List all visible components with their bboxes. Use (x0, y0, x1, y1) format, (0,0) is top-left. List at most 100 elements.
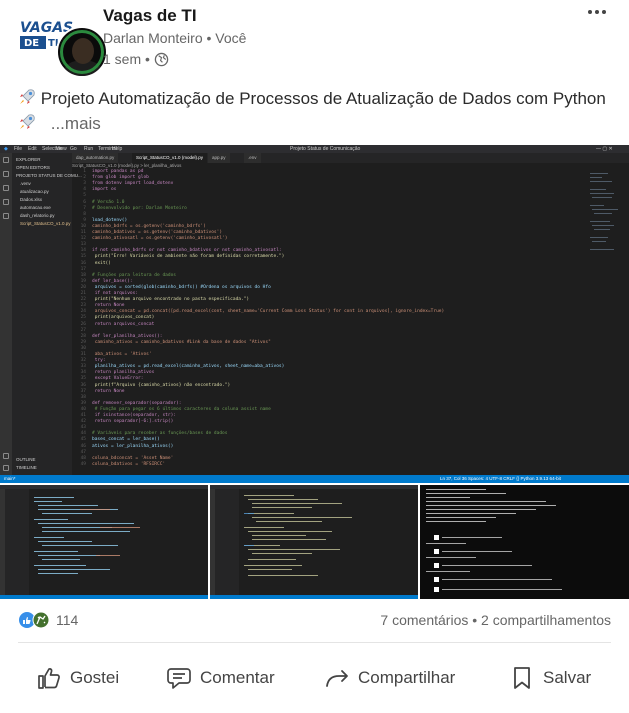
menu-item: Go (70, 146, 77, 152)
code-line: 23 return None (80, 303, 125, 309)
vscode-logo-icon: ◆ (4, 146, 8, 152)
code-line: 13 (80, 242, 86, 248)
code-line: 8 (83, 211, 86, 217)
editor-tab: dap_automation.py (72, 153, 119, 163)
comment-icon (167, 668, 191, 689)
post-time: 1 sem • (103, 51, 169, 67)
code-line: 39 def remover_separador(separador): (80, 400, 182, 406)
post-text: Projeto Automatização de Processos de At… (18, 86, 613, 136)
sidebar-header: EXPLORER (16, 157, 41, 162)
code-line: 26 return arquivos_concat (80, 321, 155, 327)
share-button[interactable]: Compartilhar (324, 660, 455, 696)
code-line: 18 # Funções para leitura de dados (80, 272, 176, 278)
vscode-titlebar: ◆ File Edit Selection View Go Run Terminal Help… (0, 145, 629, 153)
code-line: 25 print(arquivos_concat) (80, 315, 155, 321)
sidebar-file: atualizacao.py (20, 189, 49, 194)
code-line: 7 # Desenvolvido por: Darlan Monteiro (83, 205, 187, 211)
editor-tabs: dap_automation.py Script_StatusCO_v1.0 (… (72, 153, 629, 163)
rocket-icon (20, 114, 35, 129)
like-label: Gostei (70, 668, 120, 687)
code-line: 27 (80, 327, 86, 333)
window-controls: — ▢ ✕ (596, 146, 613, 152)
menu-item: View (56, 146, 67, 152)
code-line: 46 ativos = ler_planilha_ativos() (80, 443, 174, 449)
code-line: 21 if not arquivos: (80, 291, 139, 296)
poster-name[interactable]: Vagas de TI (103, 6, 197, 26)
code-line: 29 caminho_ativos = caminho_bdativos #Li… (80, 339, 271, 345)
code-line: 10 caminho_bdrfs = os.getenv('caminho_bdr… (80, 223, 206, 229)
code-line: 34 return planilha_ativos (80, 370, 155, 376)
save-label: Salvar (543, 668, 592, 687)
code-line: 24 arquivos_concat = pd.concat([pd.read_… (80, 309, 445, 315)
explorer-icon (3, 157, 9, 163)
thumb-code-graphic (210, 485, 418, 599)
share-arrow-icon (326, 670, 348, 687)
more-icon (588, 10, 606, 14)
code-line: 44 # Variáveis para receber as funções/ba… (80, 431, 228, 437)
sidebar-file: dash_relatorio.py (20, 213, 55, 218)
code-line: 2 from glob import glob (83, 175, 149, 181)
sidebar-open-editors: OPEN EDITORS (16, 165, 50, 170)
code-line: 6 # Versão 1.0 (83, 199, 125, 205)
code-screenshot-thumb-1[interactable] (0, 485, 208, 599)
sidebar-file: .venv (20, 181, 31, 186)
shares-count-link[interactable]: 2 compartilhamentos (481, 612, 611, 628)
code-line: 15 print("Erro! Variáveis de ambiente nã… (80, 254, 285, 260)
like-button[interactable]: Gostei (36, 660, 119, 696)
rocket-icon (20, 89, 35, 104)
reaction-count: 114 (56, 612, 79, 628)
code-line: 3 from dotenv import load_dotenv (83, 181, 174, 187)
menu-item: File (14, 146, 23, 152)
code-line: 14 if not caminho_bdrfs or not caminho_bd… (80, 248, 282, 254)
code-line: 38 (80, 394, 86, 400)
code-line: 40 # Função para pegar os 6 últimos cara… (80, 406, 271, 412)
menu-item: Run (84, 146, 94, 152)
editor-breadcrumb: Script_StatusCO_v1.0 (model).py > ler_pl… (72, 163, 182, 168)
code-line: 49 coluna_bdativos = 'RFSIRCC' (80, 461, 166, 467)
extensions-icon (3, 213, 9, 219)
comments-shares: 7 comentários • 2 compartilhamentos (380, 612, 611, 628)
post-body: Projeto Automatização de Processos de At… (40, 89, 606, 108)
reactions-summary[interactable]: 114 (18, 611, 78, 629)
post-header: VAGAS DE TI Vagas de TI Darlan Monteiro … (0, 0, 629, 80)
author-line[interactable]: Darlan Monteiro • Você (103, 30, 246, 46)
code-screenshot-thumb-2[interactable] (210, 485, 418, 599)
code-line: 48 coluna_bdconcat = 'Asset Name' (80, 455, 174, 461)
reaction-icons (19, 611, 50, 629)
editor-minimap (590, 173, 618, 250)
more-options-button[interactable] (585, 2, 609, 22)
author-avatar[interactable] (56, 26, 108, 78)
bookmark-icon (514, 667, 530, 689)
comments-count-link[interactable]: 7 comentários (380, 612, 468, 628)
code-line: 20 arquivos = sorted(glob(caminho_bdrfs)… (80, 284, 271, 290)
code-line: 42 return separador[-6:].strip() (80, 419, 174, 425)
code-line: 1 import pandas as pd (83, 169, 144, 174)
code-line: 30 (80, 345, 86, 351)
share-label: Compartilhar (358, 668, 456, 687)
avatar-group[interactable]: VAGAS DE TI (18, 10, 108, 78)
vscode-statusbar: main* Ln 37, Col 36 Spaces: 4 UTF-8 CRLF… (0, 475, 629, 483)
save-button[interactable]: Salvar (509, 660, 591, 696)
explorer-sidebar: EXPLORER OPEN EDITORS PROJETO STATUS DE … (12, 153, 82, 475)
code-editor: 1 import pandas as pd 2 from glob import gl… (72, 169, 542, 475)
code-line: 32 try: (80, 358, 106, 364)
see-more-link[interactable]: ...mais (51, 114, 101, 133)
code-line: 17 (80, 266, 86, 272)
search-icon (3, 171, 9, 177)
stats-separator: • (468, 612, 482, 628)
code-line: 28 def ler_planilha_ativos(): (80, 333, 163, 339)
terminal-graphic (426, 489, 562, 592)
editor-tab: .env (244, 153, 261, 163)
code-line: 36 print(f"Arquivo {caminho_ativos} não … (80, 382, 231, 388)
status-right: Ln 37, Col 36 Spaces: 4 UTF-8 CRLF {} Py… (440, 476, 561, 481)
divider (18, 642, 611, 643)
terminal-screenshot-thumb[interactable] (420, 485, 629, 599)
code-line: 11 caminho_bdativos = os.getenv('caminho_… (80, 230, 223, 235)
sidebar-file: Dados.xlsx (20, 197, 43, 202)
comment-button[interactable]: Comentar (166, 660, 275, 696)
svg-text:DE: DE (24, 38, 39, 49)
code-line: 37 return None (80, 388, 125, 394)
run-debug-icon (3, 199, 9, 205)
code-screenshot-main[interactable]: ◆ File Edit Selection View Go Run Terminal Help… (0, 145, 629, 483)
code-line: 16 exit() (80, 260, 111, 266)
